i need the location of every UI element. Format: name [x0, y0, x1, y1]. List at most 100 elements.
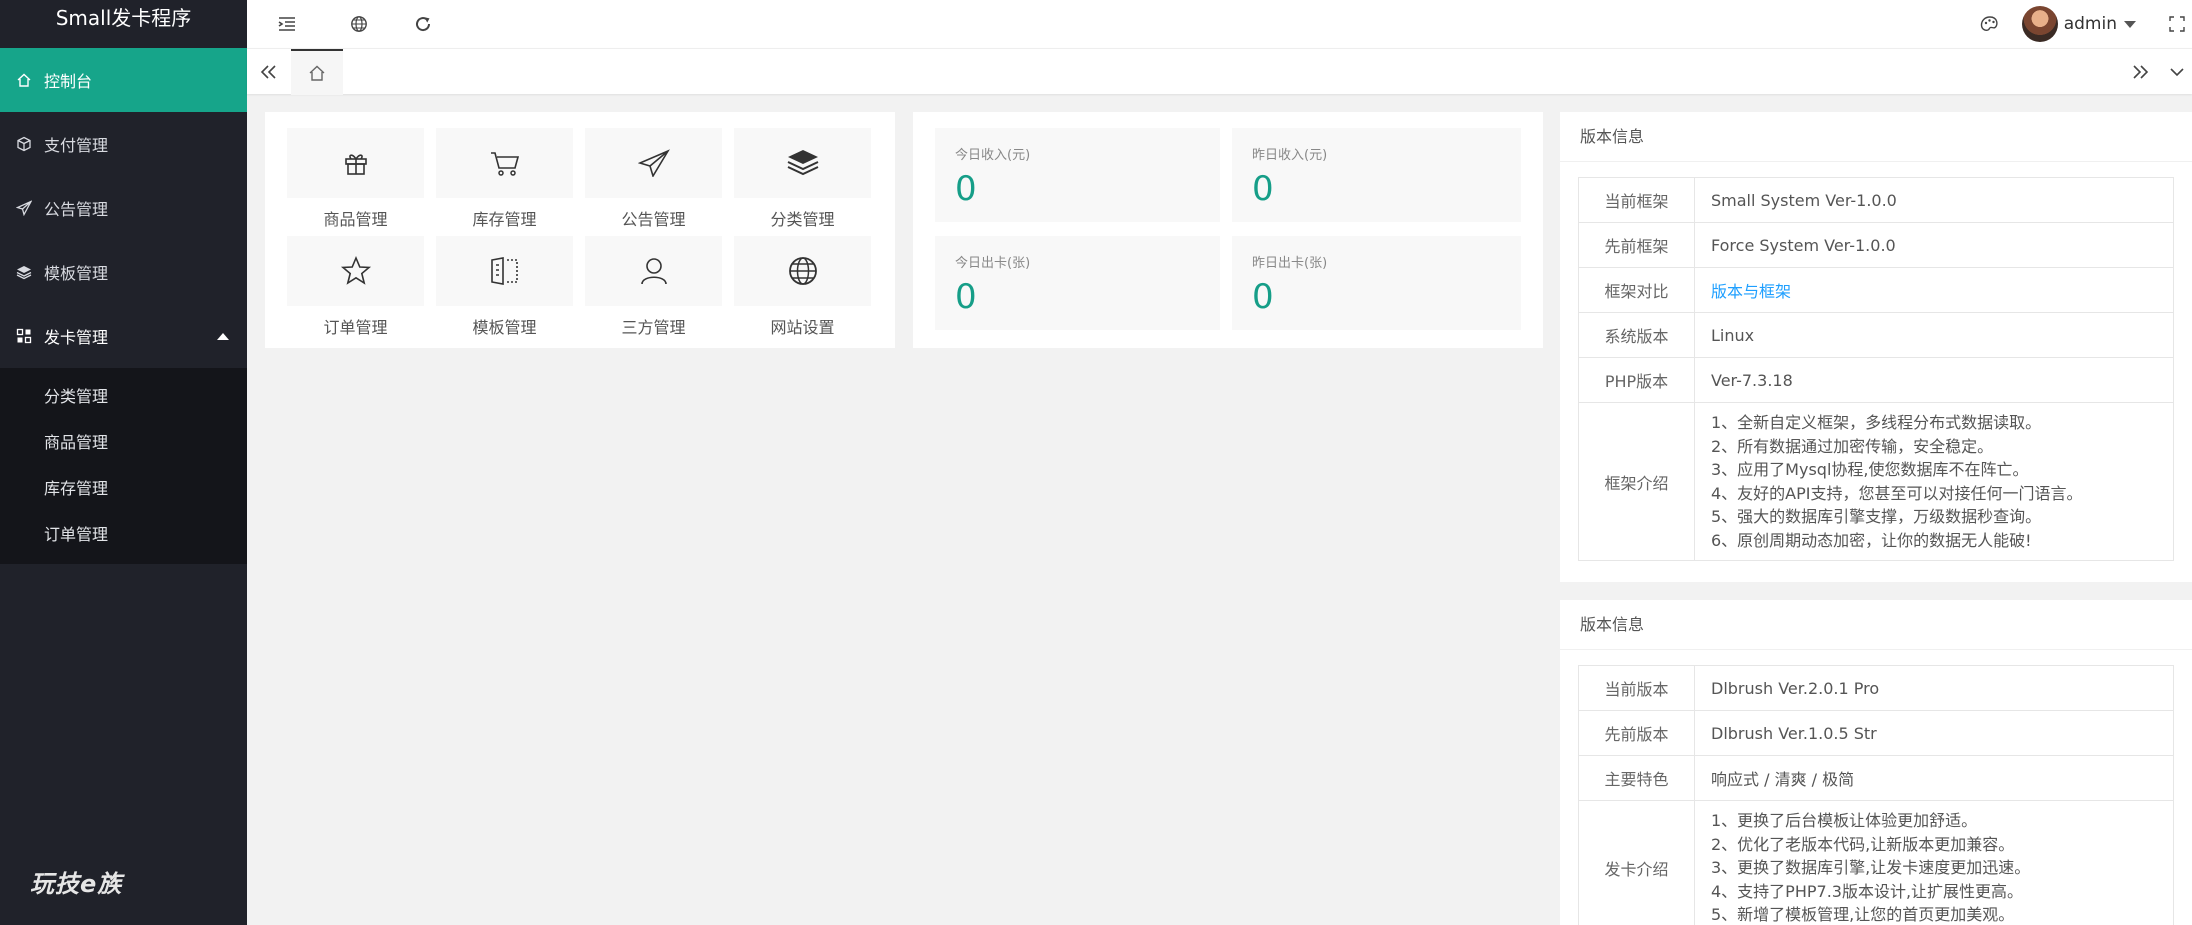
sidebar-item-template[interactable]: 模板管理	[0, 240, 247, 304]
info-value: Force System Ver-1.0.0	[1694, 222, 2174, 268]
info-key: PHP版本	[1578, 357, 1695, 403]
theme-button[interactable]	[1958, 0, 2022, 48]
indent-icon	[278, 17, 295, 31]
intro-line: 3、应用了Mysql协程,使您数据库不在阵亡。	[1711, 460, 2029, 479]
website-button[interactable]	[327, 0, 391, 48]
compare-link[interactable]: 版本与框架	[1711, 282, 1791, 301]
intro-line: 4、友好的API支持，您甚至可以对接任何一门语言。	[1711, 483, 2083, 503]
brand-watermark: 玩技e族	[30, 870, 123, 898]
sidebar-item-payment[interactable]: 支付管理	[0, 112, 247, 176]
info-key: 框架介绍	[1578, 402, 1695, 561]
info-key: 主要特色	[1578, 755, 1695, 801]
card-icon	[16, 328, 32, 344]
table-row: 发卡介绍 1、更换了后台模板让体验更加舒适。 2、优化了老版本代码,让新版本更加…	[1578, 800, 2174, 925]
cart-icon	[490, 152, 519, 176]
stats-card: 今日收入(元) 0 昨日收入(元) 0 今日出卡(张) 0 昨日出卡(张) 0	[913, 112, 1543, 348]
avatar	[2021, 6, 2058, 42]
user-menu[interactable]: admin	[2021, 6, 2136, 42]
quick-item-label: 订单管理	[323, 318, 388, 337]
intro-line: 5、强大的数据库引擎支撑，万级数据秒查询。	[1711, 507, 2042, 526]
intro-line: 1、全新自定义框架，多线程分布式数据读取。	[1711, 413, 2042, 432]
stat-value: 0	[1252, 169, 1274, 209]
chevron-down-icon	[2170, 67, 2184, 76]
stat-value: 0	[955, 277, 977, 317]
quick-item-orders[interactable]: 订单管理	[287, 236, 424, 344]
sidebar-subitem-category[interactable]: 分类管理	[0, 374, 247, 420]
quick-item-label: 网站设置	[770, 318, 835, 337]
info-key: 先前框架	[1578, 222, 1695, 268]
info-value: Dlbrush Ver.1.0.5 Str	[1694, 710, 2174, 756]
intro-line: 2、所有数据通过加密传输，安全稳定。	[1711, 436, 1994, 456]
quick-item-products[interactable]: 商品管理	[287, 128, 424, 236]
sidebar-subitem-order[interactable]: 订单管理	[0, 512, 247, 558]
card-intro: 1、更换了后台模板让体验更加舒适。 2、优化了老版本代码,让新版本更加兼容。 3…	[1694, 800, 2174, 925]
caret-down-icon	[2124, 20, 2136, 28]
quick-access-card: 商品管理 库存管理 公告管理 分类管理 订单管理 模板管理 三方管理 网站设置	[265, 112, 895, 348]
table-row: PHP版本 Ver-7.3.18	[1578, 357, 2174, 403]
table-row: 系统版本 Linux	[1578, 312, 2174, 358]
info-value: Linux	[1694, 312, 2174, 358]
info-value: Small System Ver-1.0.0	[1694, 177, 2174, 223]
sidebar-subnav: 分类管理 商品管理 库存管理 订单管理	[0, 368, 247, 564]
framework-intro: 1、全新自定义框架，多线程分布式数据读取。 2、所有数据通过加密传输，安全稳定。…	[1694, 402, 2174, 561]
globe-icon	[788, 257, 817, 285]
framework-info-card: 版本信息 当前框架 Small System Ver-1.0.0 先前框架 Forc…	[1560, 112, 2192, 582]
palette-icon	[1980, 16, 1998, 31]
table-row: 框架介绍 1、全新自定义框架，多线程分布式数据读取。 2、所有数据通过加密传输，…	[1578, 402, 2174, 561]
quick-item-site-settings[interactable]: 网站设置	[734, 236, 871, 344]
sidebar-item-card[interactable]: 发卡管理	[0, 304, 247, 368]
info-value: 响应式 / 清爽 / 极简	[1694, 755, 2174, 801]
paper-plane-icon	[637, 149, 670, 177]
table-row: 框架对比 版本与框架	[1578, 267, 2174, 313]
sidebar-subitem-product[interactable]: 商品管理	[0, 420, 247, 466]
sidebar-item-label: 发卡管理	[44, 328, 109, 347]
quick-item-third-party[interactable]: 三方管理	[585, 236, 722, 344]
sidebar-item-dashboard[interactable]: 控制台	[0, 48, 247, 112]
quick-item-categories[interactable]: 分类管理	[734, 128, 871, 236]
quick-item-inventory[interactable]: 库存管理	[436, 128, 573, 236]
info-key: 当前版本	[1578, 665, 1695, 711]
table-row: 主要特色 响应式 / 清爽 / 极简	[1578, 755, 2174, 801]
caret-up-icon	[217, 332, 229, 340]
menu-toggle-button[interactable]	[247, 0, 327, 48]
card-title: 版本信息	[1560, 112, 2192, 162]
gift-icon	[344, 154, 367, 175]
quick-item-label: 三方管理	[621, 318, 686, 337]
intro-line: 6、原创周期动态加密，让你的数据无人能破!	[1711, 530, 2032, 550]
tab-bar	[247, 48, 2192, 95]
cube-icon	[16, 136, 32, 152]
fullscreen-button[interactable]	[2162, 0, 2192, 48]
stat-value: 0	[1252, 277, 1274, 317]
quick-item-label: 商品管理	[323, 210, 388, 229]
sidebar-subitem-inventory[interactable]: 库存管理	[0, 466, 247, 512]
home-icon	[16, 72, 32, 88]
stat-today-income: 今日收入(元) 0	[935, 128, 1220, 222]
info-key: 发卡介绍	[1578, 800, 1695, 925]
refresh-icon	[416, 17, 431, 32]
table-row: 先前版本 Dlbrush Ver.1.0.5 Str	[1578, 710, 2174, 756]
quick-item-label: 公告管理	[621, 210, 686, 229]
quick-item-announcements[interactable]: 公告管理	[585, 128, 722, 236]
quick-item-label: 模板管理	[472, 318, 537, 337]
version-info-table: 当前版本 Dlbrush Ver.2.0.1 Pro 先前版本 Dlbrush Ve…	[1578, 665, 2174, 925]
sidebar-item-label: 公告管理	[44, 200, 109, 219]
stat-yesterday-income: 昨日收入(元) 0	[1232, 128, 1521, 222]
tab-options-button[interactable]	[2162, 49, 2192, 95]
info-key: 先前版本	[1578, 710, 1695, 756]
quick-item-templates[interactable]: 模板管理	[436, 236, 573, 344]
double-chevron-right-icon	[2133, 64, 2149, 79]
stat-label: 今日收入(元)	[955, 148, 1031, 163]
framework-info-table: 当前框架 Small System Ver-1.0.0 先前框架 Force Sys…	[1578, 177, 2174, 561]
intro-line: 2、优化了老版本代码,让新版本更加兼容。	[1711, 834, 2015, 854]
user-icon	[640, 258, 667, 285]
paper-plane-icon	[16, 200, 32, 216]
star-icon	[340, 255, 371, 285]
tab-scroll-right-button[interactable]	[2118, 49, 2162, 95]
double-chevron-left-icon	[260, 64, 276, 79]
version-info-card: 版本信息 当前版本 Dlbrush Ver.2.0.1 Pro 先前版本 Dlbru…	[1560, 600, 2192, 925]
sidebar-item-announcement[interactable]: 公告管理	[0, 176, 247, 240]
refresh-button[interactable]	[391, 0, 455, 48]
tab-home[interactable]	[291, 48, 343, 95]
stat-label: 昨日收入(元)	[1252, 148, 1328, 163]
tab-scroll-left-button[interactable]	[247, 49, 291, 95]
